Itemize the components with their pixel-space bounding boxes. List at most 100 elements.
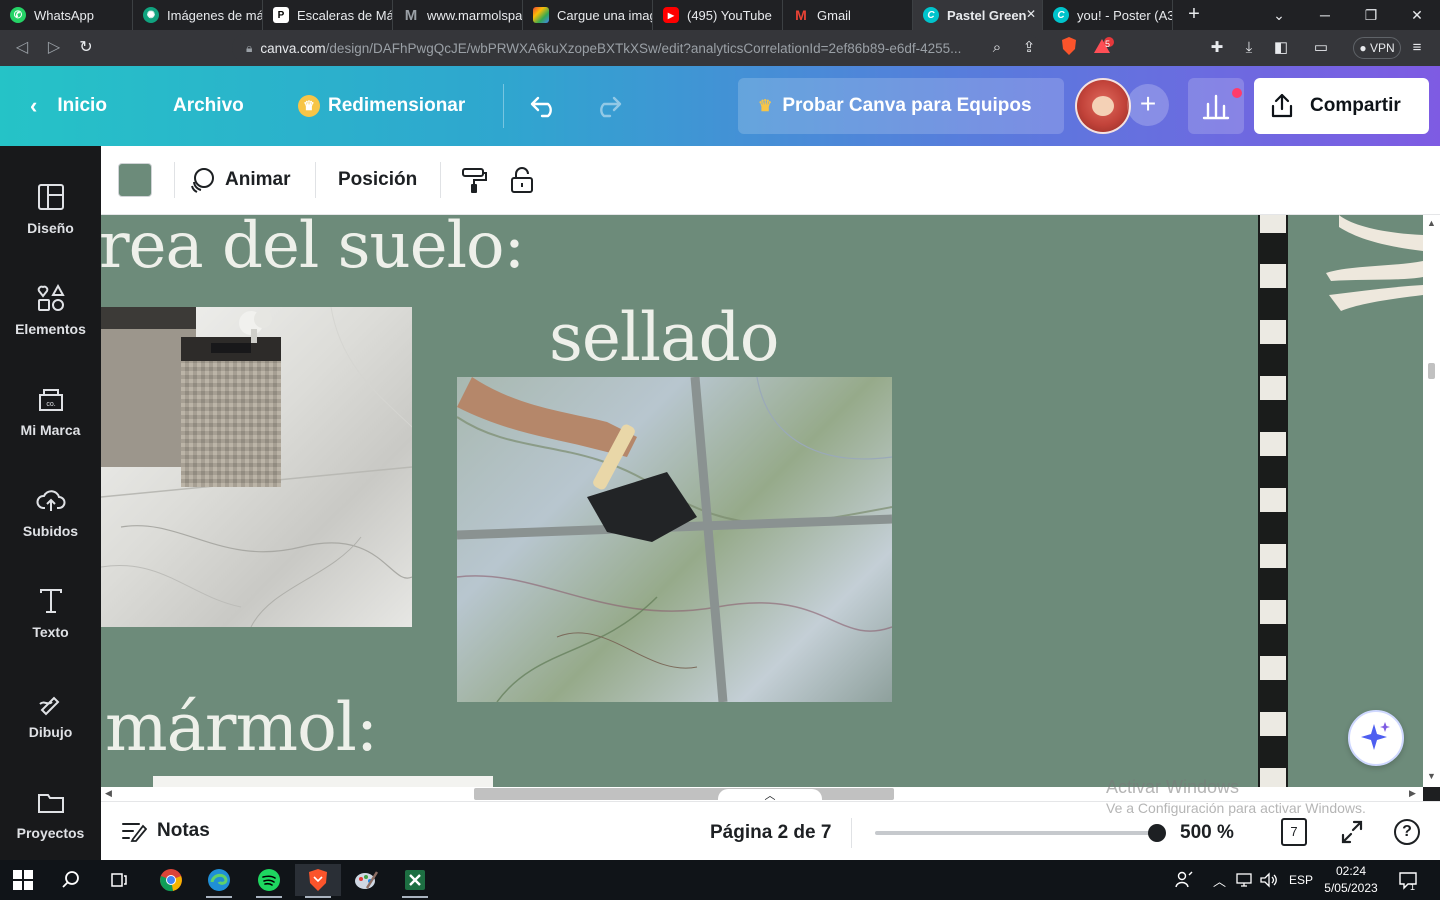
notes-button[interactable]: Notas <box>121 820 210 842</box>
brand-icon: co. <box>39 389 63 411</box>
horizontal-scroll-thumb[interactable] <box>474 788 894 800</box>
new-tab-button[interactable]: + <box>1182 3 1206 27</box>
lock-button[interactable] <box>507 166 537 194</box>
home-button[interactable]: ‹ Inicio <box>30 90 107 122</box>
tab-whatsapp[interactable]: ✆ WhatsApp <box>0 0 133 30</box>
vertical-scrollbar[interactable]: ▲ ▼ <box>1423 215 1440 787</box>
marble-floor-photo[interactable] <box>101 307 412 627</box>
vpn-button[interactable]: ● VPN <box>1353 37 1401 59</box>
share-label: Compartir <box>1310 95 1401 116</box>
tab-title: (495) YouTube <box>687 7 772 23</box>
close-tab-icon[interactable]: ✕ <box>1026 7 1036 21</box>
zoom-slider-handle[interactable] <box>1148 824 1166 842</box>
language-indicator[interactable]: ESP <box>1289 860 1313 900</box>
wallet-icon[interactable]: ▭ <box>1310 36 1332 60</box>
color-swatch[interactable] <box>118 163 152 197</box>
copy-style-button[interactable] <box>459 166 489 194</box>
back-icon[interactable]: ◁ <box>10 36 34 60</box>
redo-button[interactable] <box>592 90 624 122</box>
brave-shield-icon[interactable] <box>1058 36 1080 60</box>
volume-icon[interactable] <box>1260 860 1278 900</box>
tab-search-icon[interactable]: ⌄ <box>1256 0 1302 30</box>
sidebar-item-uploads[interactable]: Subidos <box>0 463 101 555</box>
sidebar-item-text[interactable]: Texto <box>0 564 101 656</box>
invite-button[interactable]: + <box>1127 84 1169 126</box>
sidebar-item-brand[interactable]: co. Mi Marca <box>0 362 101 454</box>
scroll-right-icon[interactable]: ▶ <box>1409 788 1416 799</box>
animate-button[interactable]: Animar <box>189 166 290 194</box>
white-shape[interactable] <box>153 776 493 787</box>
heading-area-del-suelo[interactable]: rea del suelo: <box>101 215 525 283</box>
help-button[interactable]: ? <box>1394 819 1420 845</box>
heading-sellado[interactable]: sellado <box>549 299 779 376</box>
notifications-button[interactable]: 1 <box>1398 860 1418 900</box>
gmail-icon: M <box>795 7 807 23</box>
task-view-icon <box>111 873 127 887</box>
design-canvas[interactable]: rea del suelo: sellado mármol: <box>101 215 1423 787</box>
tab-escaleras[interactable]: P Escaleras de Márm <box>263 0 393 30</box>
scroll-left-icon[interactable]: ◀ <box>105 788 112 799</box>
sidebar-item-design[interactable]: Diseño <box>0 160 101 252</box>
tab-youtube[interactable]: ▶ (495) YouTube <box>653 0 783 30</box>
paint-taskbar-icon[interactable] <box>343 864 389 896</box>
tab-chatgpt[interactable]: ✺ Imágenes de már <box>133 0 263 30</box>
share-button[interactable]: Compartir <box>1254 78 1429 134</box>
menu-icon[interactable]: ≡ <box>1406 36 1428 60</box>
pages-grid-button[interactable]: 7 <box>1281 818 1307 846</box>
scroll-down-icon[interactable]: ▼ <box>1427 771 1436 781</box>
share-page-icon[interactable]: ⇪ <box>1018 36 1040 60</box>
browser-tab-strip: ✆ WhatsApp ✺ Imágenes de már P Escaleras… <box>0 0 1440 30</box>
search-button[interactable] <box>48 864 94 896</box>
spotify-taskbar-icon[interactable] <box>246 864 292 898</box>
tab-canva-active[interactable]: C Pastel Green ✕ <box>913 0 1043 30</box>
chrome-taskbar-icon[interactable] <box>148 864 194 896</box>
heading-marmol[interactable]: mármol: <box>105 689 378 766</box>
close-window-button[interactable]: ✕ <box>1394 0 1440 30</box>
film-strip-element[interactable] <box>1258 215 1288 787</box>
restore-button[interactable]: ❐ <box>1348 0 1394 30</box>
forward-icon[interactable]: ▷ <box>42 36 66 60</box>
zoom-slider[interactable] <box>875 824 1166 842</box>
tab-marmolspain[interactable]: M www.marmolspai <box>393 0 523 30</box>
scroll-up-icon[interactable]: ▲ <box>1427 218 1436 228</box>
magic-assistant-button[interactable] <box>1348 710 1404 766</box>
start-button[interactable] <box>0 864 46 896</box>
minimize-button[interactable]: ─ <box>1302 0 1348 30</box>
sidebar-item-label: Diseño <box>27 220 74 236</box>
insights-button[interactable] <box>1188 78 1244 134</box>
tab-gmail[interactable]: M Gmail <box>783 0 913 30</box>
avatar[interactable] <box>1075 78 1131 134</box>
extensions-icon[interactable]: ✚ <box>1206 36 1228 60</box>
undo-button[interactable] <box>528 90 560 122</box>
vertical-scroll-thumb[interactable] <box>1428 363 1435 379</box>
tab-poster[interactable]: C you! - Poster (A3 <box>1043 0 1173 30</box>
excel-taskbar-icon[interactable] <box>392 864 438 898</box>
file-menu-button[interactable]: Archivo <box>173 90 244 122</box>
brave-rewards-icon[interactable]: 5 <box>1092 36 1114 60</box>
sidebar-item-projects[interactable]: Proyectos <box>0 765 101 857</box>
reload-icon[interactable]: ↻ <box>74 36 98 60</box>
download-icon[interactable]: ⤓ <box>1238 36 1260 60</box>
brave-taskbar-icon[interactable] <box>295 864 341 898</box>
taskbar-clock[interactable]: 02:24 5/05/2023 <box>1318 863 1384 897</box>
network-icon[interactable] <box>1236 860 1254 900</box>
resize-button[interactable]: ♛ Redimensionar <box>298 90 465 122</box>
draw-icon <box>39 696 60 716</box>
page-indicator[interactable]: Página 2 de 7 <box>710 822 831 844</box>
sealing-marble-photo[interactable] <box>457 377 892 702</box>
url-field[interactable]: 🔒︎ canva.com/design/DAFhPwgQcJE/wbPRWXA6… <box>232 33 1040 63</box>
decorative-brush-shape[interactable] <box>1321 215 1423 315</box>
fullscreen-button[interactable] <box>1339 818 1365 846</box>
sidebar-item-draw[interactable]: Dibujo <box>0 664 101 756</box>
position-button[interactable]: Posición <box>338 166 417 194</box>
sidebar-item-elements[interactable]: Elementos <box>0 261 101 353</box>
sidebar-icon[interactable]: ◧ <box>1270 36 1292 60</box>
edge-taskbar-icon[interactable] <box>196 864 242 898</box>
zoom-icon[interactable]: ⌕ <box>986 36 1008 60</box>
try-teams-button[interactable]: ♛ Probar Canva para Equipos <box>738 78 1064 134</box>
tray-expand-icon[interactable]: ︿ <box>1213 860 1226 900</box>
tab-upload[interactable]: Cargue una imag <box>523 0 653 30</box>
people-icon[interactable] <box>1174 860 1194 900</box>
zoom-level[interactable]: 500 % <box>1180 822 1234 844</box>
task-view-button[interactable] <box>96 864 142 896</box>
